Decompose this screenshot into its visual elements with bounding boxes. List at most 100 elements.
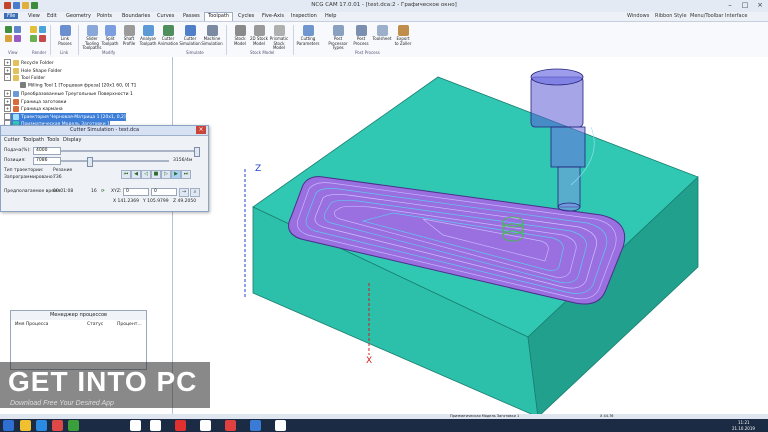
view-side-icon[interactable] bbox=[14, 35, 21, 42]
col-status[interactable]: Статус bbox=[87, 322, 103, 330]
stock-2d-icon bbox=[253, 25, 265, 36]
tab-geometry[interactable]: Geometry bbox=[66, 13, 91, 19]
tree-item-pocket-boundary[interactable]: + Граница кармана bbox=[4, 105, 63, 113]
stop-icon[interactable]: ■ bbox=[151, 170, 161, 179]
play-back-icon[interactable]: ◁ bbox=[141, 170, 151, 179]
sim-menu-display[interactable]: Display bbox=[63, 137, 81, 143]
tab-edit[interactable]: Edit bbox=[47, 13, 57, 19]
position-slider[interactable] bbox=[61, 160, 169, 162]
window-controls: – □ × bbox=[724, 1, 766, 10]
tree-item-tool-folder[interactable]: - Tool Folder bbox=[4, 74, 45, 82]
app-icon[interactable] bbox=[225, 420, 236, 431]
position-input[interactable]: 7086 bbox=[33, 157, 61, 165]
cutter-animation-button[interactable]: Cutter Animation bbox=[156, 24, 180, 55]
tab-curves[interactable]: Curves bbox=[157, 13, 174, 19]
boundary-icon bbox=[13, 105, 19, 112]
cutting-params-icon bbox=[302, 25, 314, 36]
tab-toolpath[interactable]: Toolpath bbox=[204, 12, 234, 21]
collapse-icon[interactable]: - bbox=[4, 74, 11, 81]
boundary-icon bbox=[13, 98, 19, 105]
app-icon[interactable] bbox=[68, 420, 79, 431]
tab-points[interactable]: Points bbox=[97, 13, 112, 19]
view-iso-icon[interactable] bbox=[5, 26, 12, 33]
xyz-find-icon[interactable]: ⌕ bbox=[190, 188, 200, 197]
expand-icon[interactable]: + bbox=[4, 90, 11, 97]
browser-icon[interactable] bbox=[36, 420, 47, 431]
sim-menu-cutter[interactable]: Cutter bbox=[4, 137, 20, 143]
menu-toolbar-interface[interactable]: Menu/Toolbar Interface bbox=[690, 13, 747, 19]
position-slider-thumb[interactable] bbox=[87, 157, 93, 167]
maximize-icon[interactable]: □ bbox=[739, 1, 751, 10]
cutter-animation-icon bbox=[162, 25, 174, 36]
tab-passes[interactable]: Passes bbox=[183, 13, 200, 19]
expand-icon[interactable]: + bbox=[4, 59, 11, 66]
expand-icon[interactable]: + bbox=[4, 105, 11, 112]
xyz-go-button[interactable]: → bbox=[179, 188, 189, 197]
link-passes-icon bbox=[59, 25, 71, 36]
app-icon[interactable] bbox=[150, 420, 161, 431]
yandex-browser-icon[interactable] bbox=[175, 420, 186, 431]
render-mix-icon[interactable] bbox=[30, 35, 37, 42]
go-start-icon[interactable]: ⏮ bbox=[121, 170, 131, 179]
watermark-banner: GET INTO PC Download Free Your Desired A… bbox=[0, 362, 210, 408]
tree-item-surfaces[interactable]: + Преобразованные Треугольные Поверхности… bbox=[4, 90, 133, 98]
position-label: Позиция: bbox=[4, 158, 26, 163]
status-text: Призматическая Модель Заготовки 1 bbox=[450, 414, 520, 418]
close-icon[interactable]: × bbox=[196, 126, 206, 134]
post-processor-types-button[interactable]: Post Processor Types bbox=[326, 24, 350, 55]
sim-menu-toolpath[interactable]: Toolpath bbox=[23, 137, 44, 143]
ncg-cam-icon[interactable] bbox=[275, 420, 286, 431]
ribbon-separator bbox=[226, 25, 227, 55]
expand-icon[interactable]: + bbox=[4, 67, 11, 74]
tab-boundaries[interactable]: Boundaries bbox=[122, 13, 150, 19]
minimize-icon[interactable]: – bbox=[724, 1, 736, 10]
col-process-name[interactable]: Имя Процесса bbox=[15, 322, 48, 330]
xyz-input-2[interactable]: 0 bbox=[151, 188, 177, 196]
tree-item-milling-tool[interactable]: Milling Tool 1 [Торцевая фреза] [20x1 60… bbox=[20, 82, 136, 90]
explorer-icon[interactable] bbox=[20, 420, 31, 431]
yandex-icon[interactable] bbox=[130, 420, 141, 431]
tab-cycles[interactable]: Cycles bbox=[238, 13, 254, 19]
start-icon[interactable] bbox=[3, 420, 14, 431]
post-process-icon bbox=[355, 25, 367, 36]
app-icon[interactable] bbox=[250, 420, 261, 431]
sim-menu-tools[interactable]: Tools bbox=[47, 137, 59, 143]
yandex-icon[interactable] bbox=[200, 420, 211, 431]
export-zoller-button[interactable]: Export to Zoller bbox=[391, 24, 415, 55]
feed-slider[interactable] bbox=[61, 150, 196, 152]
app-icon[interactable] bbox=[52, 420, 63, 431]
go-end-icon[interactable]: ⏭ bbox=[181, 170, 191, 179]
menu-windows[interactable]: Windows bbox=[627, 13, 649, 19]
status-coords: X 44.76 bbox=[600, 414, 614, 418]
tab-inspection[interactable]: Inspection bbox=[291, 13, 317, 19]
step-forward-icon[interactable]: ▶ bbox=[171, 170, 181, 179]
render-shaded-icon[interactable] bbox=[30, 26, 37, 33]
render-edges-icon[interactable] bbox=[39, 35, 46, 42]
tree-item-recycle[interactable]: + Recycle Folder bbox=[4, 59, 54, 67]
render-wire-icon[interactable] bbox=[39, 26, 46, 33]
tab-file[interactable]: File bbox=[4, 13, 19, 19]
coord-x: X 141.2369 bbox=[113, 199, 139, 204]
close-icon[interactable]: × bbox=[754, 1, 766, 10]
expand-icon[interactable]: + bbox=[4, 98, 11, 105]
group-stock-model: Stock Model bbox=[250, 50, 275, 55]
feed-slider-thumb[interactable] bbox=[194, 147, 200, 157]
tab-five-axis[interactable]: Five-Axis bbox=[262, 13, 284, 19]
feed-input[interactable]: 4000 bbox=[33, 147, 61, 155]
stock-model-3d[interactable]: Z X bbox=[173, 57, 768, 418]
cutting-parameters-button[interactable]: Cutting Parameters bbox=[296, 24, 320, 55]
menu-ribbon-style[interactable]: Ribbon Style bbox=[655, 13, 687, 19]
tab-view[interactable]: View bbox=[28, 13, 40, 19]
group-modify: Modify bbox=[102, 50, 116, 55]
tab-help[interactable]: Help bbox=[325, 13, 336, 19]
play-icon[interactable]: ▷ bbox=[161, 170, 171, 179]
refresh-icon[interactable]: ⟳ bbox=[101, 189, 105, 194]
expand-icon[interactable]: + bbox=[4, 113, 11, 120]
view-front-icon[interactable] bbox=[5, 35, 12, 42]
col-percent[interactable]: Процент... bbox=[117, 322, 142, 330]
view-top-icon[interactable] bbox=[14, 26, 21, 33]
ribbon-separator bbox=[50, 25, 51, 55]
xyz-input-1[interactable]: 0 bbox=[123, 188, 149, 196]
graphics-viewport[interactable]: Z X bbox=[173, 57, 768, 418]
step-back-icon[interactable]: ◀ bbox=[131, 170, 141, 179]
